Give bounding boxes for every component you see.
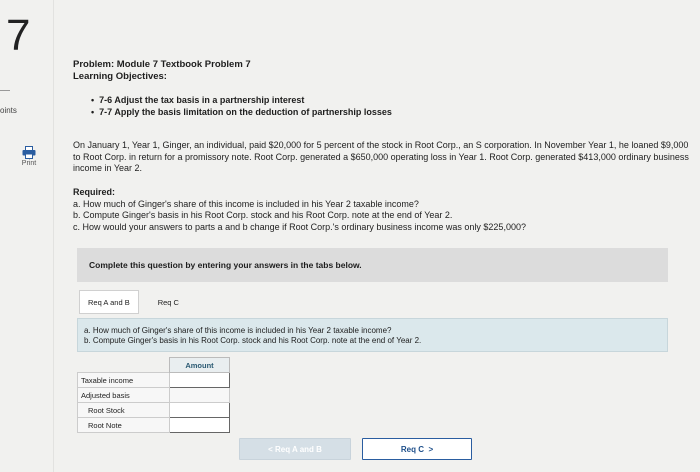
instruction-line: b. Compute Ginger's basis in his Root Co… <box>84 336 422 345</box>
required-heading: Required: <box>73 187 116 197</box>
root-stock-input[interactable] <box>173 404 226 416</box>
amount-column-header: Amount <box>169 357 230 373</box>
table-row: Taxable income <box>77 372 230 388</box>
taxable-income-input[interactable] <box>173 374 226 386</box>
table-row: Adjusted basis <box>77 387 230 403</box>
banner-text: Complete this question by entering your … <box>89 260 362 270</box>
root-note-cell <box>169 417 230 433</box>
objective-item: 7-7 Apply the basis limitation on the de… <box>91 106 392 118</box>
instruction-banner: Complete this question by entering your … <box>77 248 668 282</box>
problem-text: On January 1, Year 1, Ginger, an individ… <box>73 140 689 173</box>
objectives-list: 7-6 Adjust the tax basis in a partnershi… <box>91 94 392 118</box>
required-item: a. How much of Ginger's share of this in… <box>73 198 419 209</box>
row-label-root-note: Root Note <box>77 417 170 433</box>
tab-instructions: a. How much of Ginger's share of this in… <box>77 318 668 352</box>
next-tab-button[interactable]: Req C > <box>362 438 472 460</box>
answer-table: Amount Taxable income Adjusted basis Roo… <box>77 357 230 433</box>
printer-icon <box>22 146 36 159</box>
chevron-left-icon: < <box>268 444 275 454</box>
instruction-line: a. How much of Ginger's share of this in… <box>84 326 392 335</box>
print-button[interactable]: Print <box>14 146 44 167</box>
required-section: Required: a. How much of Ginger's share … <box>73 187 673 233</box>
adjusted-basis-empty-cell <box>169 387 230 403</box>
table-header-row: Amount <box>78 357 230 373</box>
next-tab-label: Req C <box>400 444 424 454</box>
required-item: c. How would your answers to parts a and… <box>73 221 526 232</box>
prev-tab-button[interactable]: < Req A and B <box>239 438 351 460</box>
problem-title: Problem: Module 7 Textbook Problem 7 <box>73 59 251 70</box>
root-stock-cell <box>169 402 230 418</box>
sidebar-divider <box>53 0 54 472</box>
required-item: b. Compute Ginger's basis in his Root Co… <box>73 210 453 220</box>
tab-req-c[interactable]: Req C <box>149 290 188 314</box>
objective-item: 7-6 Adjust the tax basis in a partnershi… <box>91 94 392 106</box>
prev-tab-label: Req A and B <box>274 444 322 454</box>
question-number: 7 <box>6 11 31 60</box>
problem-header: Problem: Module 7 Textbook Problem 7 Lea… <box>73 59 251 83</box>
row-label-taxable-income: Taxable income <box>77 372 170 388</box>
row-label-root-stock: Root Stock <box>77 402 170 418</box>
table-row: Root Stock <box>77 402 230 418</box>
print-label: Print <box>21 160 37 167</box>
objectives-heading: Learning Objectives: <box>73 71 167 82</box>
table-header-spacer <box>78 358 170 373</box>
tab-bar: Req A and B Req C <box>79 290 198 314</box>
chevron-right-icon: > <box>424 444 434 454</box>
table-row: Root Note <box>77 417 230 433</box>
taxable-income-cell <box>169 372 230 388</box>
row-label-adjusted-basis: Adjusted basis <box>77 387 170 403</box>
root-note-input[interactable] <box>173 419 226 431</box>
points-label: oints <box>0 106 17 115</box>
question-divider <box>0 90 10 91</box>
tab-req-a-b[interactable]: Req A and B <box>79 290 139 314</box>
